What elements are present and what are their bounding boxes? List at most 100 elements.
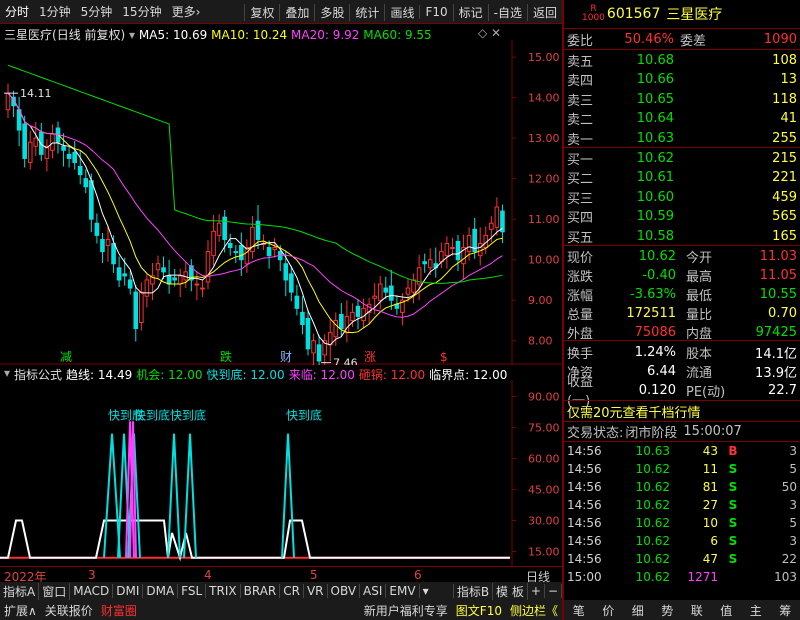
candle — [344, 300, 350, 343]
panel-tab-3[interactable]: 势 — [661, 602, 673, 619]
panel-tab-2[interactable]: 细 — [632, 602, 644, 619]
indicator-tab-5[interactable]: FSL — [178, 584, 207, 598]
status-link-2[interactable]: 侧边栏《 — [506, 602, 562, 619]
indicator-tab-10[interactable]: OBV — [328, 584, 361, 598]
tick-row: 14:56 10.63 43 B 3 — [564, 442, 800, 460]
indicator-tab-17[interactable]: − — [545, 584, 562, 598]
indicator-tab-7[interactable]: BRAR — [241, 584, 281, 598]
date-label: 6 — [414, 568, 422, 582]
stat-value: 10.62 — [638, 248, 676, 264]
tick-row: 14:56 10.62 81 S 50 — [564, 478, 800, 496]
indicator-tab-12[interactable]: EMV — [386, 584, 420, 598]
tick-direction: S — [728, 534, 738, 548]
stat-row: 现价 10.62 今开 11.03 — [564, 246, 800, 266]
stat-label: 换手 — [567, 346, 594, 362]
indicator-tab-0[interactable]: 指标A — [0, 582, 40, 600]
panel-tab-6[interactable]: 主 — [750, 602, 762, 619]
toolbar-button-6[interactable]: 标记 — [452, 3, 488, 21]
tick-volume: 47 — [702, 552, 718, 566]
tick-price: 10.62 — [635, 534, 670, 548]
event-marker[interactable]: 减 — [60, 350, 72, 364]
level-label: 买二 — [567, 172, 594, 187]
indicator-tab-13[interactable]: ▾ — [420, 584, 454, 598]
toolbar-button-0[interactable]: 复权 — [244, 3, 279, 21]
event-marker[interactable]: 涨 — [364, 349, 376, 364]
y-tick-label: 14.00 — [528, 92, 560, 105]
level-price: 10.65 — [636, 91, 674, 107]
indicator-tab-15[interactable]: 模 板 — [493, 582, 528, 600]
level-volume: 41 — [780, 111, 797, 126]
period-tab-3[interactable]: 15分钟 — [117, 3, 166, 20]
indicator-chart[interactable]: 90.0075.0060.0045.0030.0015.00快到底快到底 快到底快… — [0, 380, 562, 566]
stat-row: 涨幅 -3.63% 最低 10.55 — [564, 284, 800, 304]
stat-row: 收益(一) 0.120 PE(动) 22.7 — [564, 375, 800, 409]
event-marker[interactable]: 跌 — [220, 349, 232, 364]
main-chart[interactable]: 15.00 14.00 13.00 12.00 11.00 10.00 9.00 8.00 14… — [0, 40, 562, 365]
toolbar-button-3[interactable]: 统计 — [349, 3, 384, 21]
chart-settings-icons[interactable]: ◇ ✕ — [478, 26, 501, 40]
event-marker[interactable]: $ — [440, 350, 448, 364]
promo-text[interactable]: 仅需20元查看千档行情 — [564, 402, 701, 421]
tick-count: 50 — [781, 480, 797, 494]
toolbar-button-4[interactable]: 画线 — [384, 3, 419, 21]
indicator-tab-8[interactable]: CR — [280, 584, 304, 598]
toolbar-button-1[interactable]: 叠加 — [279, 3, 314, 21]
panel-tabbar: 笔价 细势 联值 主筹 — [564, 600, 800, 620]
panel-tab-5[interactable]: 值 — [720, 602, 732, 619]
indicator-header: ▾ 指标公式 趋线: 14.49 机会: 12.00 快到底: 12.00 来临… — [4, 366, 507, 383]
ma20-line — [7, 92, 503, 318]
event-marker[interactable]: 财 — [280, 350, 292, 364]
date-label: 4 — [204, 568, 212, 582]
period-tab-4[interactable]: 更多› — [167, 3, 206, 20]
tick-price: 10.62 — [635, 552, 670, 566]
ma5-line — [7, 92, 503, 346]
indicator-tab-11[interactable]: ASI — [360, 584, 387, 598]
toolbar-button-5[interactable]: F10 — [419, 5, 452, 19]
candle — [11, 90, 16, 118]
y-tick-label: 11.00 — [528, 213, 560, 226]
ind-val-3: 来临: 12.00 — [288, 368, 355, 382]
indicator-tab-4[interactable]: DMA — [143, 584, 179, 598]
candle — [94, 213, 100, 244]
toolbar-button-7[interactable]: -自选 — [487, 3, 527, 21]
indicator-tab-1[interactable]: 窗口 — [39, 582, 71, 600]
status-tab-0[interactable]: 扩展∧ — [0, 602, 41, 619]
panel-tab-1[interactable]: 价 — [602, 602, 614, 619]
stat-label: 今开 — [686, 250, 713, 266]
indicator-tab-14[interactable]: 指标B — [454, 582, 494, 600]
tick-count: 3 — [789, 534, 797, 548]
ma10-line — [7, 92, 503, 334]
toolbar-button-8[interactable]: 返回 — [526, 3, 562, 21]
indicator-toggle-icon[interactable]: ▾ — [4, 366, 10, 383]
tick-volume: 43 — [702, 444, 718, 458]
status-link-1[interactable]: 图文F10 — [452, 602, 506, 619]
tick-time: 14:56 — [567, 462, 602, 476]
indicator-tab-16[interactable]: + — [528, 584, 545, 598]
candle — [83, 169, 89, 194]
status-tab-1[interactable]: 关联报价 — [41, 602, 97, 619]
stat-label: 最高 — [686, 269, 713, 285]
candle — [133, 284, 139, 342]
indicator-name[interactable]: 指标公式 — [14, 366, 62, 383]
status-tab-2[interactable]: 财富圈 — [97, 602, 141, 619]
indicator-tab-3[interactable]: DMI — [113, 584, 144, 598]
indicator-tab-9[interactable]: VR — [304, 584, 328, 598]
period-tab-0[interactable]: 分时 — [0, 3, 34, 20]
panel-tab-7[interactable]: 筹 — [779, 602, 791, 619]
candle — [383, 276, 389, 300]
stat-label: 最低 — [686, 288, 713, 304]
ind-y-tick-label: 75.00 — [528, 422, 560, 435]
status-link-0[interactable]: 新用户福利专享 — [360, 602, 452, 619]
indicator-tab-2[interactable]: MACD — [70, 584, 114, 598]
order-ratio-row: 委比 50.46% 委差 1090 — [564, 29, 800, 49]
stat-value: 172511 — [626, 305, 676, 321]
panel-tab-0[interactable]: 笔 — [573, 602, 585, 619]
indicator-tab-6[interactable]: TRIX — [206, 584, 241, 598]
period-tab-1[interactable]: 1分钟 — [34, 3, 76, 20]
panel-tab-4[interactable]: 联 — [691, 602, 703, 619]
period-tab-2[interactable]: 5分钟 — [76, 3, 118, 20]
promo-row[interactable]: 仅需20元查看千档行情 — [564, 401, 800, 421]
toolbar-button-2[interactable]: 多股 — [314, 3, 349, 21]
stat-row: 总量 172511 量比 0.70 — [564, 303, 800, 323]
level-volume: 108 — [772, 52, 797, 68]
